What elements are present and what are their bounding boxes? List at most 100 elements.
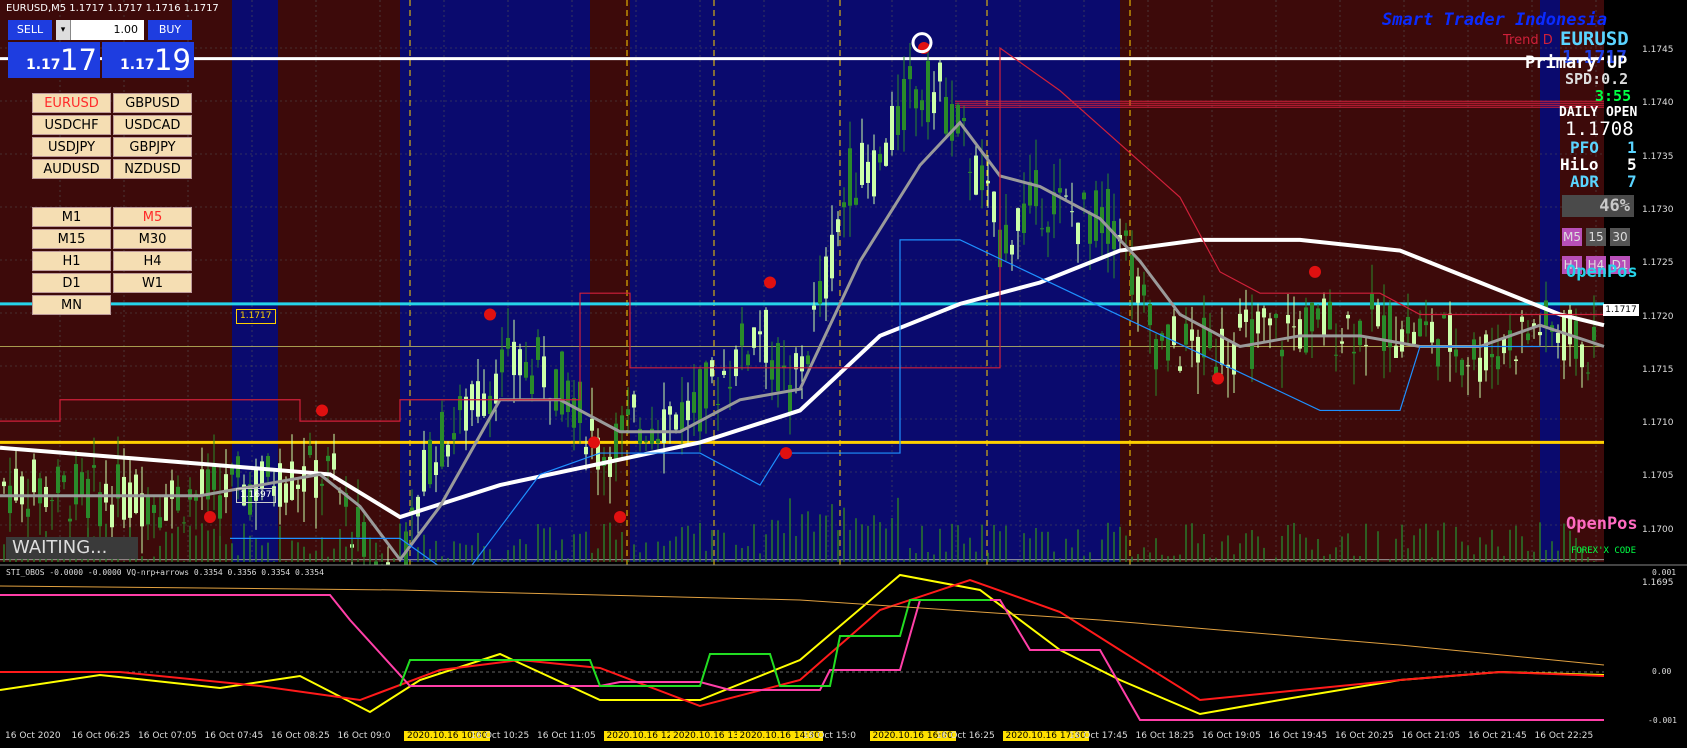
candle-body bbox=[1400, 329, 1404, 352]
candle-body bbox=[734, 349, 738, 377]
candle-body bbox=[116, 464, 120, 499]
candle-body bbox=[1508, 330, 1512, 351]
candle-body bbox=[1136, 276, 1140, 303]
candle-body bbox=[470, 384, 474, 411]
signal-dot bbox=[204, 511, 216, 524]
candle-body bbox=[482, 393, 486, 416]
candle-body bbox=[1442, 314, 1446, 319]
candle-body bbox=[1496, 356, 1500, 370]
candle-body bbox=[572, 397, 576, 428]
mini-tf-15[interactable]: 15 bbox=[1586, 228, 1606, 246]
adr-percent: 46% bbox=[1599, 196, 1630, 216]
candle-body bbox=[1076, 222, 1080, 245]
candle-body bbox=[476, 381, 480, 417]
candle-body bbox=[452, 433, 456, 440]
candle-body bbox=[1268, 318, 1272, 326]
mini-tf-m5[interactable]: M5 bbox=[1562, 228, 1582, 246]
candle-body bbox=[146, 496, 150, 525]
candle-body bbox=[1022, 203, 1026, 233]
candle-body bbox=[1586, 372, 1590, 374]
candle-body bbox=[56, 466, 60, 494]
candle-body bbox=[134, 474, 138, 514]
candle-body bbox=[986, 180, 990, 184]
candle-body bbox=[722, 370, 726, 375]
candle-body bbox=[1556, 332, 1560, 343]
symbol-button-gbpjpy[interactable]: GBPJPY bbox=[113, 137, 192, 157]
symbol-button-usdchf[interactable]: USDCHF bbox=[32, 115, 111, 135]
bid-price-box[interactable]: 1.17 17 bbox=[8, 42, 100, 78]
candle-body bbox=[422, 449, 426, 492]
candle-body bbox=[332, 453, 336, 470]
candle-body bbox=[1472, 339, 1476, 360]
symbol-button-audusd[interactable]: AUDUSD bbox=[32, 159, 111, 179]
candle-body bbox=[626, 409, 630, 415]
candle-body bbox=[908, 66, 912, 80]
candle-body bbox=[92, 465, 96, 468]
candle-body bbox=[1358, 320, 1362, 346]
time-axis-label: 16 Oct 22:25 bbox=[1534, 731, 1594, 741]
timeframe-button-h1[interactable]: H1 bbox=[32, 251, 111, 271]
candle-body bbox=[620, 415, 624, 432]
mini-tf-30[interactable]: 30 bbox=[1610, 228, 1630, 246]
candle-body bbox=[1580, 344, 1584, 368]
candle-body bbox=[218, 495, 222, 519]
candle-body bbox=[362, 522, 366, 557]
ask-pips: 19 bbox=[154, 43, 191, 77]
candle-body bbox=[326, 455, 330, 462]
symbol-button-usdcad[interactable]: USDCAD bbox=[113, 115, 192, 135]
candle-body bbox=[992, 191, 996, 223]
symbol-button-eurusd[interactable]: EURUSD bbox=[32, 93, 111, 113]
time-axis-label: 16 Oct 07:45 bbox=[204, 731, 264, 741]
timeframe-button-w1[interactable]: W1 bbox=[113, 273, 192, 293]
candle-body bbox=[1082, 192, 1086, 200]
candle-body bbox=[800, 356, 804, 372]
openpos-label-bottom: OpenPos bbox=[1566, 514, 1638, 534]
lot-size-field[interactable]: ▾ 1.00 bbox=[56, 20, 144, 40]
candle-body bbox=[1190, 329, 1194, 341]
candle-body bbox=[1142, 284, 1146, 296]
candle-body bbox=[1484, 334, 1488, 371]
symbol-button-usdjpy[interactable]: USDJPY bbox=[32, 137, 111, 157]
price-axis-label: 1.1710 bbox=[1642, 418, 1674, 429]
symbol-button-gbpusd[interactable]: GBPUSD bbox=[113, 93, 192, 113]
candle-body bbox=[914, 89, 918, 109]
candle-body bbox=[224, 474, 228, 498]
timeframe-button-m15[interactable]: M15 bbox=[32, 229, 111, 249]
timeframe-button-d1[interactable]: D1 bbox=[32, 273, 111, 293]
candle-body bbox=[1460, 359, 1464, 376]
time-axis-label: 16 Oct 11:05 bbox=[537, 731, 596, 741]
candle-body bbox=[1130, 254, 1134, 295]
timeframe-button-mn[interactable]: MN bbox=[32, 295, 111, 315]
candle-body bbox=[164, 497, 168, 521]
timeframe-button-h4[interactable]: H4 bbox=[113, 251, 192, 271]
candle-body bbox=[932, 92, 936, 114]
chart-area[interactable] bbox=[0, 0, 1687, 748]
ask-price-box[interactable]: 1.17 19 bbox=[102, 42, 194, 78]
symbol-button-nzdusd[interactable]: NZDUSD bbox=[113, 159, 192, 179]
candle-body bbox=[122, 476, 126, 520]
buy-button[interactable]: BUY bbox=[148, 20, 192, 40]
candle-body bbox=[974, 155, 978, 195]
timeframe-button-m1[interactable]: M1 bbox=[32, 207, 111, 227]
candle-body bbox=[32, 459, 36, 493]
time-axis-label: 16 Oct 06:25 bbox=[71, 731, 131, 741]
timeframe-button-m5[interactable]: M5 bbox=[113, 207, 192, 227]
current-price-tag: 1.1717 bbox=[1603, 304, 1639, 316]
candle-body bbox=[1058, 188, 1062, 193]
candle-body bbox=[866, 161, 870, 183]
candle-body bbox=[74, 464, 78, 505]
candle-body bbox=[1406, 316, 1410, 334]
candle-body bbox=[1196, 336, 1200, 363]
indicator-title: STI_OBOS -0.0000 -0.0000 VQ-nrp+arrows 0… bbox=[6, 568, 324, 577]
lot-dropdown-icon[interactable]: ▾ bbox=[56, 20, 71, 40]
candle-body bbox=[1262, 308, 1266, 318]
timeframe-button-m30[interactable]: M30 bbox=[113, 229, 192, 249]
sell-button[interactable]: SELL bbox=[8, 20, 52, 40]
bid-prefix: 1.17 bbox=[26, 57, 61, 73]
candle-body bbox=[740, 323, 744, 346]
candle-body bbox=[872, 150, 876, 197]
adr-percent-box: 46% bbox=[1562, 195, 1634, 217]
candle-body bbox=[1064, 195, 1068, 197]
time-axis-label: 16 Oct 2020 bbox=[5, 731, 61, 741]
candle-body bbox=[1346, 314, 1350, 319]
